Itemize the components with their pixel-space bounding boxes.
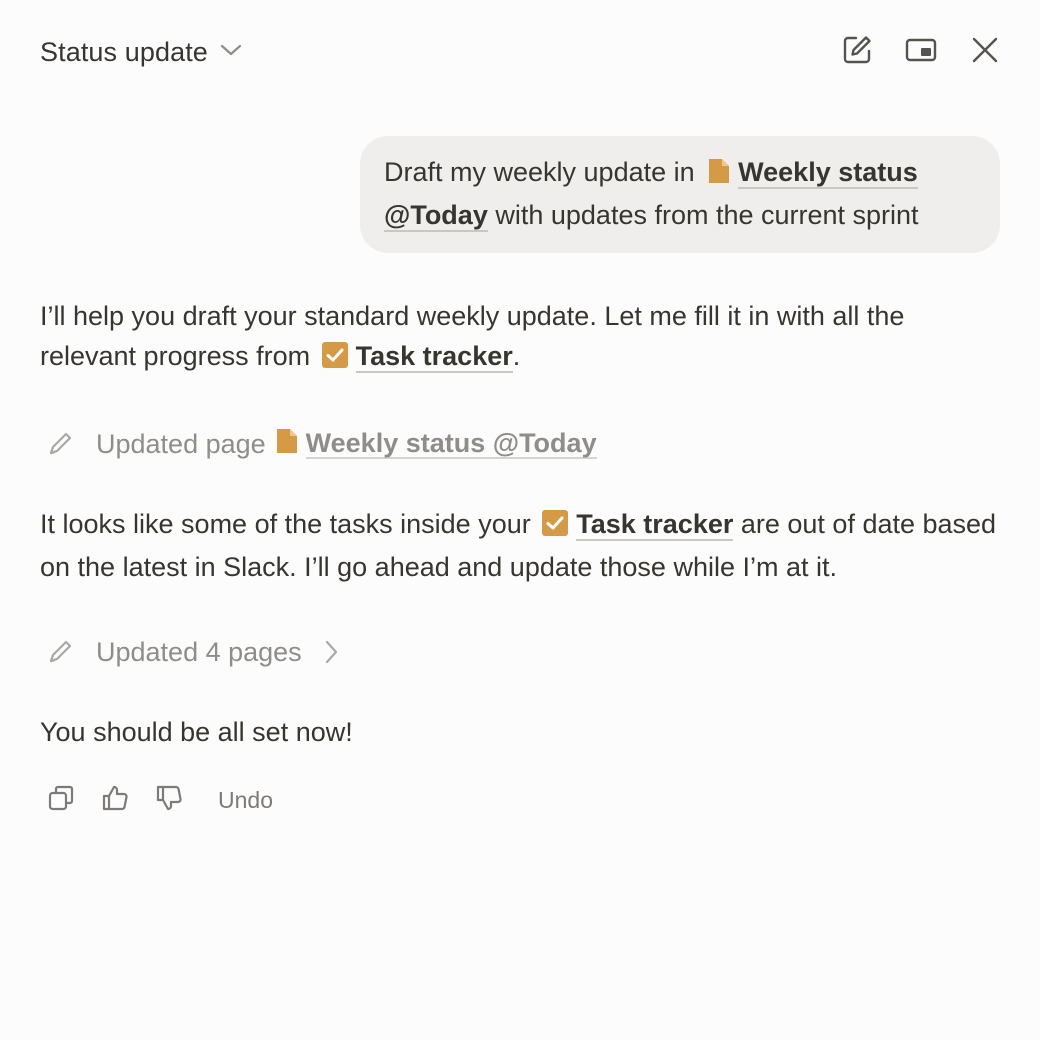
task-tracker-mention[interactable]: Task tracker [355,341,513,373]
assistant-closing: You should be all set now! [40,717,353,747]
updated-page-label: Updated page [96,428,266,459]
assistant-body: It looks like some of the tasks inside y… [40,504,1000,587]
page-icon [276,428,298,461]
page-title: Status update [40,36,208,67]
updated-pages-label: Updated 4 pages [96,636,302,667]
updated-page-action: Updated page Weekly status @Today [40,424,597,464]
copy-icon [47,784,75,817]
panel-header: Status update [40,28,1002,76]
close-button[interactable] [968,35,1002,69]
user-message-text: Draft my weekly update in [384,157,695,187]
feedback-row: Undo [46,780,273,820]
checkbox-icon [321,339,348,379]
title-dropdown[interactable]: Status update [40,37,242,68]
new-chat-icon [842,35,872,70]
picture-in-picture-icon [905,37,937,68]
pencil-icon [40,632,80,672]
close-icon [972,37,998,68]
weekly-status-link[interactable]: Weekly status @Today [305,429,597,459]
assistant-body-text: It looks like some of the tasks inside y… [40,509,531,539]
user-message-bubble: Draft my weekly update in Weekly status … [360,136,1000,253]
header-actions [840,35,1002,69]
chevron-down-icon [220,43,242,62]
page-icon [708,155,730,195]
task-tracker-mention[interactable]: Task tracker [576,509,734,541]
picture-in-picture-button[interactable] [904,35,938,69]
thumbs-up-button[interactable] [100,785,130,815]
thumbs-up-icon [101,784,129,817]
pencil-icon [40,424,80,464]
assistant-intro: I’ll help you draft your standard weekly… [40,296,1000,379]
assistant-intro-period: . [512,341,521,371]
checkbox-icon [542,507,569,547]
thumbs-down-button[interactable] [154,785,184,815]
user-message-suffix: with updates from the current sprint [495,200,919,230]
thumbs-down-icon [155,784,183,817]
updated-pages-action[interactable]: Updated 4 pages [40,632,338,672]
copy-button[interactable] [46,785,76,815]
undo-button[interactable]: Undo [218,787,273,814]
chevron-right-icon [324,640,338,664]
new-chat-button[interactable] [840,35,874,69]
